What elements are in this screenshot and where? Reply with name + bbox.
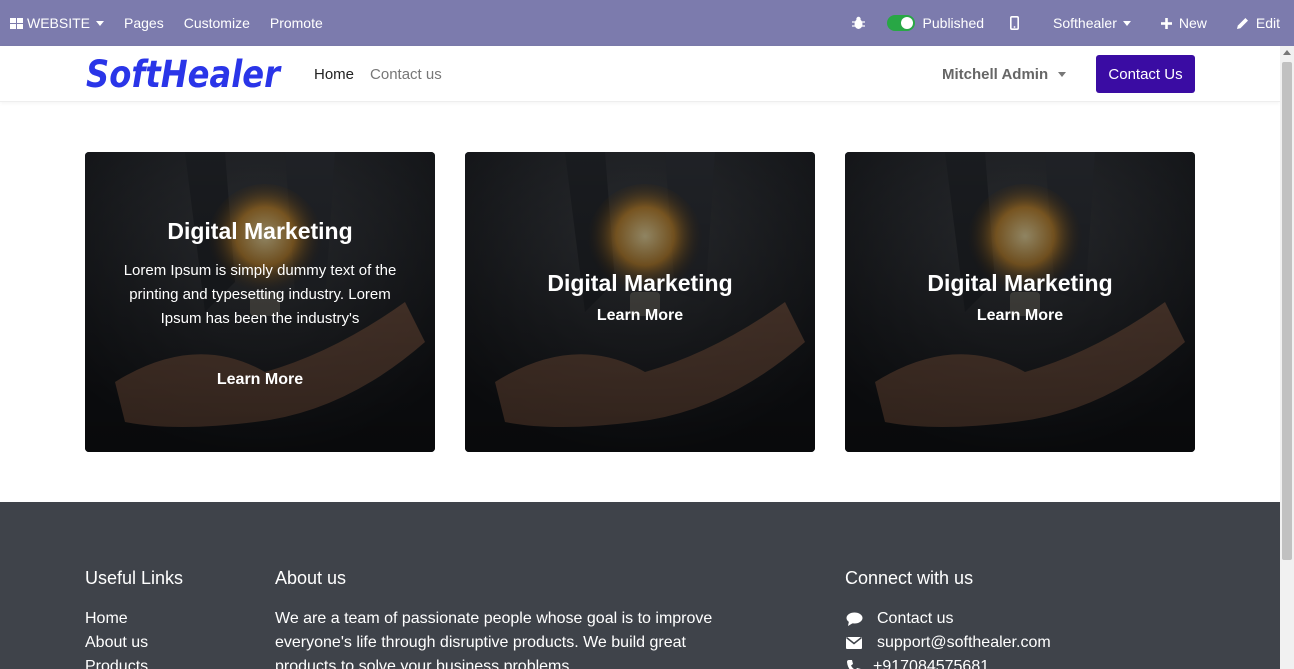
footer-contact-us[interactable]: Contact us xyxy=(845,607,1051,631)
about-title: About us xyxy=(275,568,347,588)
useful-links-title: Useful Links xyxy=(85,568,184,588)
footer-email[interactable]: support@softhealer.com xyxy=(845,631,1051,655)
connect-column: Connect with us Contact us support@softh… xyxy=(845,568,1051,669)
user-menu[interactable]: Mitchell Admin xyxy=(942,46,1067,102)
chevron-down-icon xyxy=(1122,20,1131,26)
pencil-icon xyxy=(1236,18,1248,29)
new-label: New xyxy=(1178,15,1207,31)
chat-icon xyxy=(845,611,863,627)
page-scrollbar[interactable] xyxy=(1280,46,1294,669)
mobile-preview-button[interactable] xyxy=(996,0,1041,46)
about-column: About us We are a team of passionate peo… xyxy=(275,568,725,669)
chevron-down-icon xyxy=(1058,71,1067,77)
scrollbar-thumb[interactable] xyxy=(1282,62,1292,560)
card-title: Digital Marketing xyxy=(547,270,733,296)
softhealer-logo[interactable]: SoftHealer xyxy=(86,54,282,94)
publish-toggle[interactable]: Published xyxy=(881,0,997,46)
svg-text:SoftHealer: SoftHealer xyxy=(86,54,282,94)
chevron-down-icon xyxy=(96,20,105,26)
promote-menu[interactable]: Promote xyxy=(260,0,333,46)
plus-icon xyxy=(1160,17,1172,29)
footer-phone[interactable]: +917084575681 xyxy=(845,655,1051,669)
learn-more-link[interactable]: Learn More xyxy=(977,307,1063,325)
about-text: We are a team of passionate people whose… xyxy=(275,610,713,669)
mobile-icon xyxy=(1010,16,1020,30)
connect-title: Connect with us xyxy=(845,568,974,588)
learn-more-link[interactable]: Learn More xyxy=(597,307,683,325)
edit-label: Edit xyxy=(1255,15,1280,31)
edit-button[interactable]: Edit xyxy=(1221,0,1294,46)
footer-link-products[interactable]: Products xyxy=(85,655,183,669)
toggle-switch[interactable] xyxy=(886,15,915,31)
card-title: Digital Marketing xyxy=(927,270,1113,296)
service-card: Digital Marketing Learn More xyxy=(465,152,815,452)
user-name: Mitchell Admin xyxy=(942,65,1049,83)
nav-contact-us[interactable]: Contact us xyxy=(370,66,442,83)
scroll-up-icon[interactable] xyxy=(1283,50,1291,55)
cards-section: Digital Marketing Lorem Ipsum is simply … xyxy=(85,152,1195,452)
service-card: Digital Marketing Lorem Ipsum is simply … xyxy=(85,152,435,452)
card-text: Lorem Ipsum is simply dummy text of the … xyxy=(123,262,397,327)
contact-us-button[interactable]: Contact Us xyxy=(1096,55,1195,93)
service-card: Digital Marketing Learn More xyxy=(845,152,1195,452)
site-footer: Useful Links Home About us Products Abou… xyxy=(0,502,1280,669)
card-title: Digital Marketing xyxy=(167,218,353,244)
website-menu[interactable]: WEBSITE xyxy=(0,0,114,46)
customize-menu[interactable]: Customize xyxy=(174,0,260,46)
site-header: SoftHealer Home Contact us Mitchell Admi… xyxy=(0,46,1280,102)
nav-home[interactable]: Home xyxy=(314,66,354,83)
envelope-icon xyxy=(845,635,863,651)
footer-link-about-us[interactable]: About us xyxy=(85,631,183,655)
debug-button[interactable] xyxy=(836,0,881,46)
main-nav: Home Contact us xyxy=(314,46,458,102)
company-label: Softhealer xyxy=(1053,15,1117,31)
published-label: Published xyxy=(922,15,985,31)
useful-links-column: Useful Links Home About us Products xyxy=(85,568,183,669)
pages-menu[interactable]: Pages xyxy=(114,0,174,46)
website-menu-label: WEBSITE xyxy=(27,15,91,31)
learn-more-link[interactable]: Learn More xyxy=(217,371,303,389)
footer-link-home[interactable]: Home xyxy=(85,607,183,631)
bug-icon xyxy=(851,16,865,29)
apps-icon xyxy=(10,17,23,29)
new-button[interactable]: New xyxy=(1151,0,1221,46)
admin-top-bar: WEBSITE Pages Customize Promote Publishe… xyxy=(0,0,1294,46)
phone-icon xyxy=(845,659,863,669)
company-switcher[interactable]: Softhealer xyxy=(1041,0,1151,46)
